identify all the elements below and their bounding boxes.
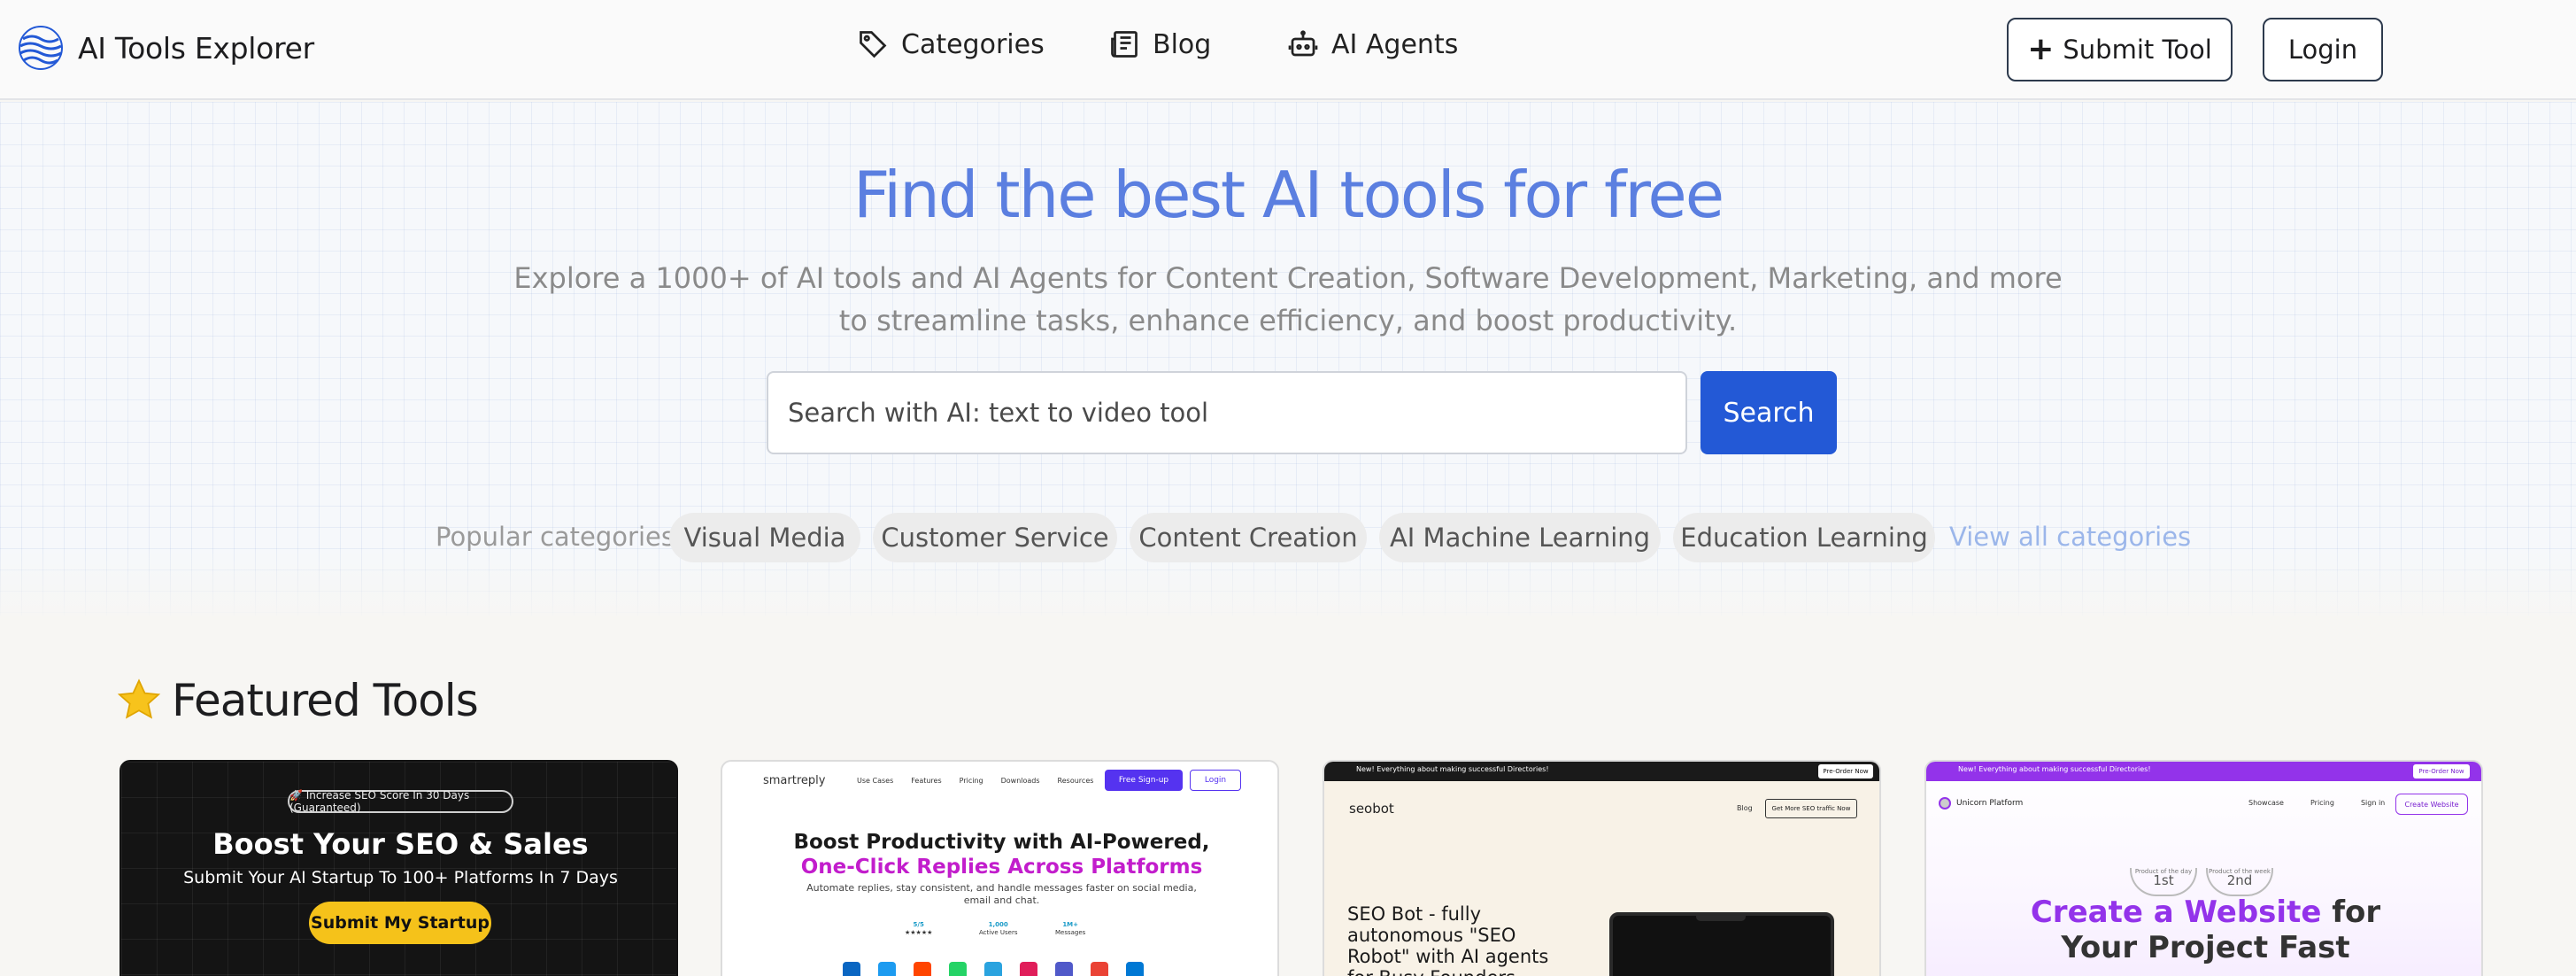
product-of-day-badge: Product of the day 1st (2130, 868, 2197, 896)
app-title: AI Tools Explorer (78, 30, 314, 66)
card-nav-link: Blog (1737, 804, 1753, 812)
search-button[interactable]: Search (1701, 371, 1837, 454)
card-logo: Unicorn Platform (1956, 799, 2024, 808)
card-free-signup: Free Sign-up (1105, 770, 1183, 791)
card-description: Automate replies, stay consistent, and h… (806, 882, 1197, 906)
card-banner-text: New! Everything about making successful … (1356, 765, 1549, 773)
submit-tool-label: Submit Tool (2063, 35, 2212, 65)
card-login: Login (1190, 770, 1241, 791)
card-headline: Boost Productivity with AI-Powered, (793, 831, 1210, 854)
featured-card-smartreply[interactable]: smartreply Use Cases Features Pricing Do… (721, 760, 1279, 976)
card-title: Boost Your SEO & Sales (212, 827, 589, 861)
star-icon (117, 678, 161, 719)
card-logo: smartreply (763, 774, 826, 787)
laptop-notch (1696, 914, 1746, 921)
logo[interactable]: AI Tools Explorer (18, 25, 314, 71)
card-stat-value: 1,000 (988, 921, 1008, 928)
logo-waves-icon (19, 26, 63, 70)
newspaper-icon (1111, 31, 1138, 58)
nav-ai-agents-label: AI Agents (1331, 28, 1459, 60)
card-nav-links: Showcase Pricing Sign in (2248, 799, 2385, 807)
card-subtitle: Submit Your AI Startup To 100+ Platforms… (183, 868, 618, 887)
hero-subtitle-line2: to streamline tasks, enhance efficiency,… (838, 304, 1738, 337)
card-headline-rest: for (2321, 895, 2381, 930)
card-nav-link: Pricing (959, 777, 983, 785)
search-input[interactable] (767, 371, 1687, 454)
card-logo: seobot (1349, 801, 1394, 817)
featured-card-seo-boost[interactable]: 🚀 Increase SEO Score In 30 Days (Guarant… (120, 760, 678, 976)
card-headline-line2: Your Project Fast (2061, 930, 2350, 965)
card-stat-label: ★★★★★ (905, 929, 933, 936)
category-chip-ai-machine-learning[interactable]: AI Machine Learning (1379, 513, 1661, 562)
card-stat-label: Active Users (979, 929, 1018, 936)
tag-icon (860, 31, 887, 58)
card-pill: 🚀 Increase SEO Score In 30 Days (Guarant… (288, 789, 513, 814)
laptop-illustration (1609, 912, 1834, 976)
card-headline: SEO Bot - fully autonomous "SEO Robot" w… (1347, 903, 1549, 976)
card-cta: Get More SEO traffic Now (1765, 799, 1857, 818)
card-stat: 1M+ Messages (1055, 921, 1085, 937)
card-headline-highlight: One-Click Replies Across Platforms (800, 856, 1203, 879)
category-chip-customer-service[interactable]: Customer Service (873, 513, 1117, 562)
outlook-icon (1126, 962, 1144, 976)
featured-card-seobot[interactable]: New! Everything about making successful … (1323, 760, 1881, 976)
category-chip-content-creation[interactable]: Content Creation (1130, 513, 1367, 562)
top-navbar: AI Tools Explorer Categories Blog AI Age… (0, 0, 2576, 100)
submit-tool-button[interactable]: + Submit Tool (2007, 18, 2233, 81)
nav-blog[interactable]: Blog (1108, 28, 1211, 60)
card-nav-link: Pricing (2310, 799, 2334, 807)
product-of-week-badge: Product of the week 2nd (2206, 868, 2273, 896)
featured-card-unicorn-platform[interactable]: New! Everything about making successful … (1924, 760, 2483, 976)
card-banner-button: Pre-Order Now (1818, 764, 1873, 778)
nav-ai-agents[interactable]: AI Agents (1287, 28, 1458, 60)
twitter-icon (878, 962, 896, 976)
card-nav-links: Use Cases Features Pricing Downloads Res… (857, 777, 1093, 785)
plus-icon: + (2027, 31, 2055, 67)
nav-blog-label: Blog (1153, 28, 1212, 60)
popular-categories-label: Popular categories: (436, 522, 683, 552)
card-stat: 5/5 ★★★★★ (905, 921, 932, 937)
featured-tools-title: Featured Tools (172, 675, 479, 726)
card-nav-link: Resources (1057, 777, 1094, 785)
card-platform-icons (843, 962, 1144, 976)
telegram-icon (984, 962, 1002, 976)
robot-icon (1288, 30, 1318, 57)
card-cta: Create Website (2395, 794, 2468, 815)
card-navbar: smartreply Use Cases Features Pricing Do… (722, 762, 1277, 797)
card-headline-highlight: Create a Website (2030, 895, 2322, 930)
card-nav-link: Downloads (1000, 777, 1040, 785)
card-stat-value: 1M+ (1062, 921, 1079, 928)
nav-categories-label: Categories (901, 28, 1045, 60)
card-banner: New! Everything about making successful … (1926, 762, 2481, 781)
card-nav-link: Features (911, 777, 942, 785)
featured-tools-heading: Featured Tools (115, 675, 479, 726)
hero-title: Find the best AI tools for free (852, 158, 1724, 232)
gmail-icon (1091, 962, 1108, 976)
card-nav-link: Use Cases (857, 777, 894, 785)
view-all-categories-link[interactable]: View all categories (1949, 522, 2191, 552)
teams-icon (1055, 962, 1073, 976)
card-banner: New! Everything about making successful … (1324, 762, 1879, 781)
card-nav-link: Showcase (2248, 799, 2284, 807)
unicorn-logo-icon (1939, 797, 1951, 809)
hero-subtitle-line1: Explore a 1000+ of AI tools and AI Agent… (513, 261, 2063, 295)
login-button[interactable]: Login (2263, 18, 2383, 81)
card-nav-link: Sign in (2360, 799, 2386, 807)
card-banner-text: New! Everything about making successful … (1958, 765, 2151, 773)
card-headline: Create a Website for (1926, 895, 2481, 930)
card-stat: 1,000 Active Users (979, 921, 1017, 937)
card-stat-value: 5/5 (913, 921, 924, 928)
submit-my-startup-button[interactable]: Submit My Startup (309, 902, 491, 944)
card-banner-button: Pre-Order Now (2413, 764, 2470, 778)
linkedin-icon (843, 962, 860, 976)
badge-rank: 2nd (2226, 872, 2253, 888)
category-chip-visual-media[interactable]: Visual Media (669, 513, 860, 562)
category-chip-education-learning[interactable]: Education Learning (1673, 513, 1935, 562)
card-stat-label: Messages (1055, 929, 1086, 936)
whatsapp-icon (949, 962, 967, 976)
nav-categories[interactable]: Categories (857, 28, 1045, 60)
badge-rank: 1st (2153, 872, 2174, 888)
reddit-icon (914, 962, 931, 976)
slack-icon (1020, 962, 1037, 976)
